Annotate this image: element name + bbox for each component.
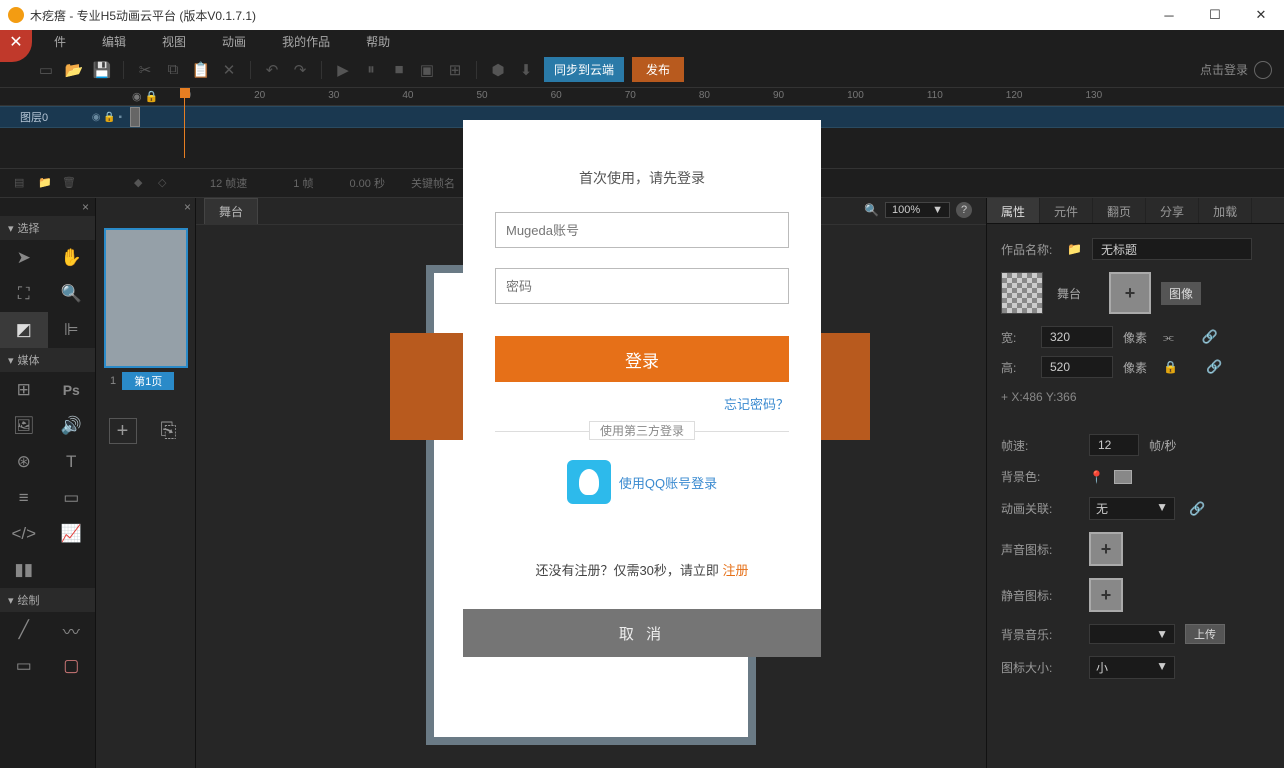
qq-login-link[interactable]: 使用QQ账号登录 — [619, 473, 717, 492]
login-modal-overlay: 首次使用，请先登录 登录 忘记密码？ 使用第三方登录 使用QQ账号登录 还没有注… — [0, 0, 1284, 768]
qq-icon[interactable] — [567, 460, 611, 504]
login-modal: 首次使用，请先登录 登录 忘记密码？ 使用第三方登录 使用QQ账号登录 还没有注… — [463, 120, 821, 657]
forgot-password-link[interactable]: 忘记密码？ — [724, 397, 789, 412]
modal-title: 首次使用，请先登录 — [495, 168, 789, 188]
cancel-button[interactable]: 取 消 — [463, 609, 821, 657]
login-button[interactable]: 登录 — [495, 336, 789, 382]
register-link[interactable]: 注册 — [723, 563, 749, 578]
password-input[interactable] — [495, 268, 789, 304]
register-text: 还没有注册？仅需30秒，请立即 — [535, 563, 722, 578]
username-input[interactable] — [495, 212, 789, 248]
third-party-label: 使用第三方登录 — [589, 421, 695, 440]
